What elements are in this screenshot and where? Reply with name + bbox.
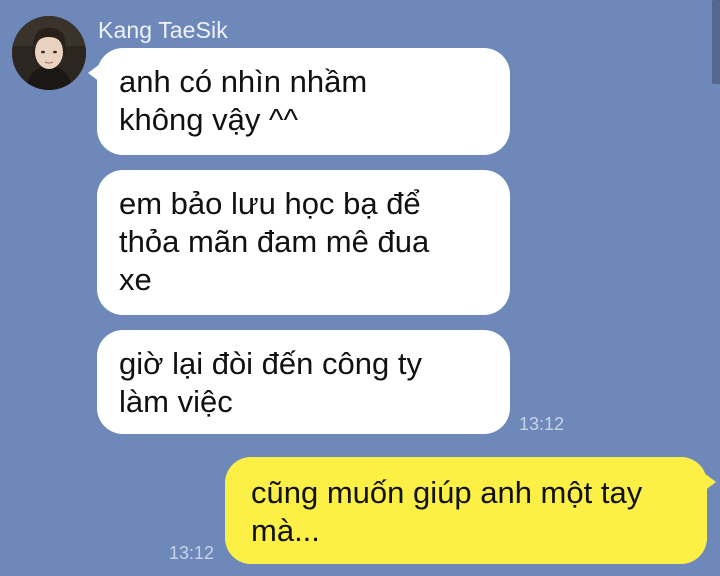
message-bubble-outgoing[interactable]: cũng muốn giúp anh một tay mà... [225, 457, 716, 564]
message-timestamp: 13:12 [169, 543, 215, 563]
scrollbar[interactable] [712, 0, 720, 84]
sender-avatar[interactable] [12, 16, 86, 90]
message-text: anh có nhìn nhầm không vậy ^^ [119, 64, 368, 137]
message-bubble-incoming[interactable]: giờ lại đòi đến công ty làm việc [97, 330, 510, 434]
message-text: cũng muốn giúp anh một tay mà... [251, 475, 643, 548]
message-text: em bảo lưu học bạ để thỏa mãn đam mê đua… [119, 186, 430, 297]
profile-photo-icon [12, 16, 86, 90]
chat-message-list[interactable]: Kang TaeSik anh có nhìn nhầm không vậy ^… [0, 0, 720, 576]
message-bubble-incoming[interactable]: em bảo lưu học bạ để thỏa mãn đam mê đua… [97, 170, 510, 315]
sender-name: Kang TaeSik [98, 17, 228, 43]
message-bubble-incoming[interactable]: anh có nhìn nhầm không vậy ^^ [88, 48, 510, 155]
message-text: giờ lại đòi đến công ty làm việc [119, 346, 422, 419]
message-timestamp: 13:12 [519, 414, 565, 434]
